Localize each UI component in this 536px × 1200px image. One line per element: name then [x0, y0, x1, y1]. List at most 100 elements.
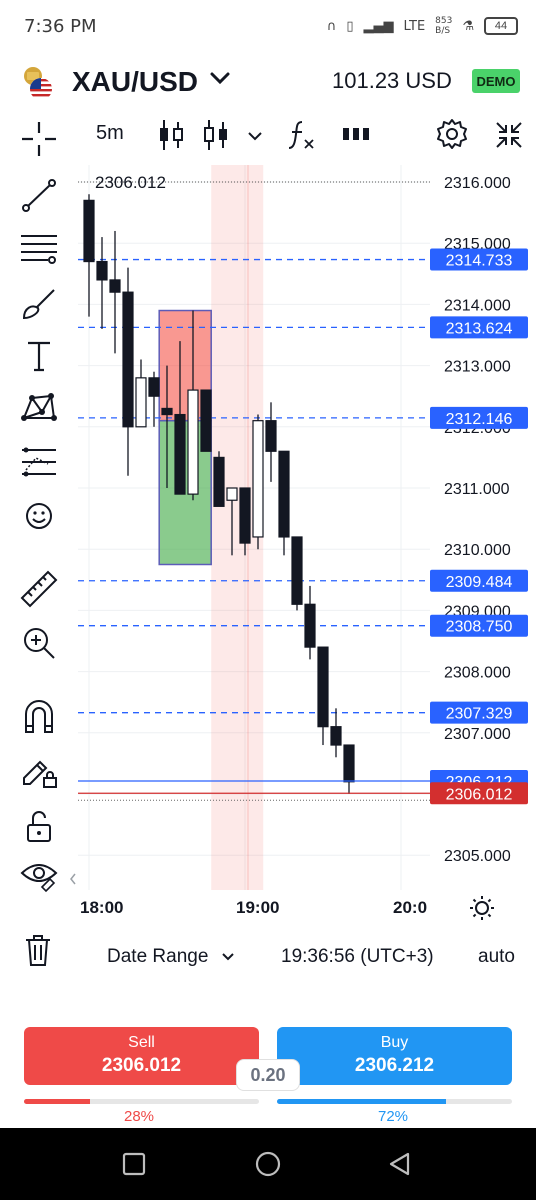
headset-icon: ∩	[326, 18, 337, 34]
buy-sentiment-bar	[277, 1099, 512, 1104]
candle-body	[161, 407, 173, 416]
heikin-ashi-icon[interactable]	[202, 118, 230, 152]
recents-icon[interactable]	[120, 1150, 148, 1178]
header: XAU/USD 101.23 USD DEMO	[0, 56, 536, 106]
lock-drawing-icon[interactable]	[18, 750, 60, 792]
price-level-tag: 2314.733	[446, 253, 513, 270]
candle-body	[278, 450, 290, 538]
visibility-eye-icon[interactable]	[18, 853, 60, 895]
candle-body	[304, 603, 316, 648]
candle-body	[265, 420, 277, 452]
demo-badge[interactable]: DEMO	[472, 69, 520, 93]
price-tick: 2310.000	[444, 542, 511, 559]
price-level-tag: 2312.146	[446, 411, 513, 428]
candle-body	[187, 389, 199, 495]
buy-sentiment-percent: 72%	[378, 1108, 409, 1125]
top-toolbar: 5m	[0, 112, 536, 158]
price-tick: 2314.000	[444, 297, 511, 314]
collapse-toolbar-icon[interactable]	[68, 872, 78, 886]
buy-label: Buy	[380, 1034, 409, 1051]
candle-body	[317, 646, 329, 728]
net-speed-unit: B/S	[435, 26, 451, 36]
zoom-in-icon[interactable]	[18, 622, 60, 664]
price-level-tag: 2313.624	[446, 320, 513, 337]
brush-icon[interactable]	[18, 282, 60, 324]
candle-body	[135, 377, 147, 428]
price-tick: 2313.000	[444, 359, 511, 376]
sell-sentiment-fill	[24, 1099, 90, 1104]
candle-body	[109, 279, 121, 293]
candle-body	[213, 456, 225, 507]
flask-icon: ⚗	[462, 18, 474, 34]
price-level-tag: 2309.484	[446, 574, 513, 591]
sell-price: 2306.012	[101, 1055, 182, 1076]
candle-body	[96, 260, 108, 281]
buy-price: 2306.212	[354, 1055, 435, 1076]
sell-button[interactable]: Sell 2306.012	[24, 1027, 259, 1085]
crosshair-icon[interactable]	[20, 120, 58, 158]
sell-sentiment-bar	[24, 1099, 259, 1104]
status-icons: ∩ ▯ ▂▄▆ LTE 853 B/S ⚗ 44	[327, 14, 518, 38]
indicators-fx-icon[interactable]	[286, 118, 318, 152]
currency-pair-flag-icon	[24, 67, 52, 100]
settings-gear-icon[interactable]	[436, 118, 468, 150]
time-tick-1800: 18:00	[80, 898, 124, 917]
battery-icon: 44	[484, 17, 518, 35]
time-tick-2000: 20:0	[393, 898, 428, 917]
net-speed-value: 853	[435, 16, 453, 26]
price-tick: 2311.000	[444, 481, 510, 498]
time-axis: 18:00 19:00 20:0	[78, 892, 536, 924]
fib-retracement-icon[interactable]	[18, 228, 60, 270]
time-tick-1900: 19:00	[236, 898, 280, 917]
forecast-tool-icon[interactable]	[18, 442, 60, 484]
ruler-icon[interactable]	[18, 568, 60, 610]
candle-body	[200, 389, 212, 452]
symbol-title[interactable]: XAU/USD	[72, 66, 198, 98]
candle-body	[226, 487, 238, 501]
text-tool-icon[interactable]	[18, 335, 60, 377]
candle-body	[239, 487, 251, 544]
chart-clock[interactable]: 19:36:56 (UTC+3)	[281, 946, 434, 968]
price-level-tag: 2308.750	[446, 619, 513, 636]
home-icon[interactable]	[254, 1150, 282, 1178]
emoji-icon[interactable]	[18, 495, 60, 537]
candle-body	[252, 420, 264, 538]
pattern-tool-icon[interactable]	[18, 388, 60, 430]
net-speed: 853 B/S	[435, 16, 452, 36]
auto-scale-button[interactable]: auto	[478, 946, 515, 968]
sell-sentiment-percent: 28%	[124, 1108, 155, 1125]
candle-body	[83, 199, 95, 263]
price-tick: 2307.000	[444, 726, 511, 743]
date-range-button[interactable]: Date Range	[107, 946, 236, 968]
buy-sentiment-fill	[277, 1099, 447, 1104]
bottom-controls: Date Range 19:36:56 (UTC+3) auto	[0, 940, 536, 976]
date-range-label: Date Range	[107, 946, 209, 967]
more-menu-icon[interactable]	[342, 126, 370, 142]
sell-label: Sell	[128, 1034, 155, 1051]
high-marker-label: 2306.012	[95, 173, 166, 192]
sun-settings-icon[interactable]	[468, 894, 496, 922]
chevron-down-icon[interactable]	[208, 66, 232, 90]
buy-button[interactable]: Buy 2306.212	[277, 1027, 512, 1085]
back-icon[interactable]	[386, 1150, 414, 1178]
chevron-down-icon[interactable]	[246, 127, 264, 145]
chevron-down-icon	[221, 953, 234, 961]
status-time: 7:36 PM	[24, 16, 97, 37]
price-chart[interactable]: 2306.012 2316.0002315.0002314.0002313.000…	[78, 165, 536, 890]
magnet-icon[interactable]	[18, 696, 60, 738]
lte-signal: LTE	[403, 18, 426, 34]
price-level-tag: 2307.329	[446, 706, 513, 723]
price-tick: 2316.000	[444, 175, 511, 192]
candle-body	[330, 726, 342, 746]
candles-chart-icon[interactable]	[157, 118, 185, 152]
spread-value: 0.20	[236, 1059, 300, 1091]
bid-price-tag: 2306.012	[446, 786, 513, 803]
collapse-icon[interactable]	[494, 120, 524, 150]
candle-body	[343, 744, 355, 783]
interval-selector[interactable]: 5m	[96, 122, 124, 145]
battery-level: 44	[494, 20, 508, 32]
unlock-icon[interactable]	[18, 805, 60, 847]
candle-body	[148, 377, 160, 397]
candle-body	[174, 413, 186, 495]
trend-line-icon[interactable]	[18, 175, 60, 217]
